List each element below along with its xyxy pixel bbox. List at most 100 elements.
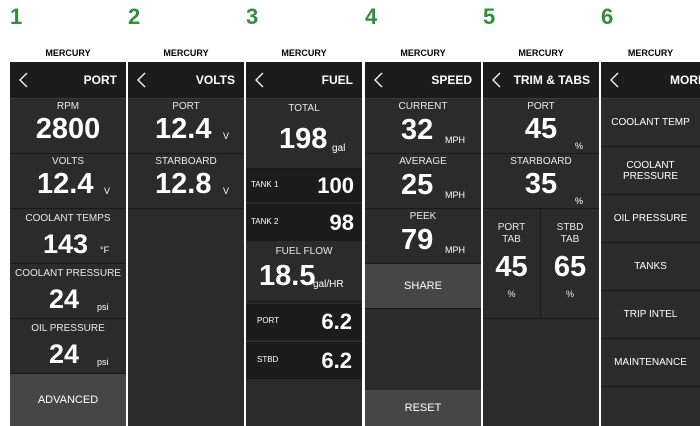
tank2-value: 98 <box>329 210 354 235</box>
volts-label: VOLTS <box>51 156 85 167</box>
coolant-pressure-label: COOLANT PRESSURE <box>15 268 121 279</box>
current-speed-cell: CURRENT 32 MPH <box>365 99 481 154</box>
trim-starboard-label: STARBOARD <box>510 156 572 167</box>
rpm-cell: RPM 2800 <box>10 99 126 154</box>
fuel-flow-unit: gal/HR <box>313 279 344 290</box>
tank1-label: TANK 1 <box>251 180 279 189</box>
title-bar: VOLTS <box>128 62 244 99</box>
screen-title: MORE <box>670 73 700 87</box>
fuel-stbd-label: STBD <box>257 355 279 364</box>
average-unit: MPH <box>445 190 465 200</box>
trim-starboard-cell: STARBOARD 35 % <box>483 154 599 209</box>
port-tab-label-line2: TAB <box>502 234 521 245</box>
port-volts-value: 12.4 <box>155 113 212 145</box>
stbd-tab-value: 65 <box>553 251 587 283</box>
brand-header: MERCURY <box>601 44 700 62</box>
fuel-port-label: PORT <box>257 316 280 325</box>
screen-title: SPEED <box>431 73 472 87</box>
step-number-6: 6 <box>601 4 614 29</box>
fuel-port-cell: PORT 6.2 <box>246 304 362 340</box>
volts-unit: V <box>104 186 111 196</box>
screen-title: VOLTS <box>195 73 235 87</box>
menu-item-coolant-temp[interactable]: COOLANT TEMP <box>601 99 700 147</box>
menu-item-tanks[interactable]: TANKS <box>601 243 700 291</box>
total-value: 198 <box>279 123 328 155</box>
port-volts-label: PORT <box>172 101 200 112</box>
menu-item-trip-intel[interactable]: TRIP INTEL <box>601 291 700 339</box>
brand-header: MERCURY <box>483 44 599 62</box>
advanced-button[interactable]: ADVANCED <box>10 374 126 426</box>
back-chevron-icon[interactable] <box>137 72 146 88</box>
tabs-cell: PORT TAB 45 % STBD TAB 65 % <box>483 209 599 319</box>
back-chevron-icon[interactable] <box>492 72 501 88</box>
trim-port-unit: % <box>575 141 584 151</box>
total-fuel-cell: TOTAL 198 gal <box>246 99 362 169</box>
brand-header: MERCURY <box>246 44 362 62</box>
coolant-pressure-value: 24 <box>49 284 80 314</box>
back-chevron-icon[interactable] <box>374 72 383 88</box>
peek-unit: MPH <box>445 245 465 255</box>
total-label: TOTAL <box>288 103 320 114</box>
oil-pressure-cell: OIL PRESSURE 24 psi <box>10 319 126 374</box>
screen-title: TRIM & TABS <box>513 73 590 87</box>
reset-button[interactable]: RESET <box>365 390 481 426</box>
fuel-flow-label: FUEL FLOW <box>275 246 333 257</box>
menu-item-coolant-pressure[interactable]: COOLANT PRESSURE <box>601 147 700 195</box>
speed-screen: MERCURY SPEED CURRENT 32 MPH AVERAGE 25 … <box>365 44 481 426</box>
fuel-flow-cell: FUEL FLOW 18.5 gal/HR <box>246 242 362 302</box>
port-tab-unit: % <box>507 289 516 299</box>
step-number-4: 4 <box>365 4 378 29</box>
title-bar: MORE <box>601 62 700 99</box>
screen-title: PORT <box>83 73 117 87</box>
step-number-2: 2 <box>128 4 141 29</box>
menu-item-oil-pressure[interactable]: OIL PRESSURE <box>601 195 700 243</box>
port-volts-unit: V <box>223 131 230 141</box>
fuel-flow-value: 18.5 <box>259 260 316 292</box>
step-number-5: 5 <box>483 4 496 29</box>
brand-header: MERCURY <box>128 44 244 62</box>
back-chevron-icon[interactable] <box>610 72 619 88</box>
menu-item-maintenance[interactable]: MAINTENANCE <box>601 339 700 387</box>
total-unit: gal <box>332 143 346 154</box>
coolant-temps-value: 143 <box>43 229 89 259</box>
peek-speed-cell: PEEK 79 MPH <box>365 209 481 264</box>
coolant-pressure-cell: COOLANT PRESSURE 24 psi <box>10 264 126 319</box>
starboard-volts-cell: STARBOARD 12.8 V <box>128 154 244 209</box>
oil-pressure-label: OIL PRESSURE <box>31 323 105 334</box>
trim-port-cell: PORT 45 % <box>483 99 599 154</box>
fuel-port-value: 6.2 <box>321 309 352 334</box>
rpm-value: 2800 <box>35 113 101 145</box>
coolant-temps-label: COOLANT TEMPS <box>25 213 111 224</box>
current-label: CURRENT <box>398 101 448 112</box>
back-chevron-icon[interactable] <box>255 72 264 88</box>
step-number-3: 3 <box>246 4 259 29</box>
brand-header: MERCURY <box>365 44 481 62</box>
title-bar: TRIM & TABS <box>483 62 599 99</box>
port-screen: MERCURY PORT RPM 2800 VOLTS 12.4 V COOLA… <box>10 44 126 426</box>
fuel-stbd-cell: STBD 6.2 <box>246 342 362 379</box>
tank2-cell: TANK 2 98 <box>246 204 362 241</box>
trim-starboard-unit: % <box>575 196 584 206</box>
average-label: AVERAGE <box>399 156 447 167</box>
title-bar: FUEL <box>246 62 362 99</box>
fuel-screen: MERCURY FUEL TOTAL 198 gal TANK 1 100 TA… <box>246 44 362 426</box>
port-tab-label-line1: PORT <box>497 222 526 233</box>
oil-pressure-unit: psi <box>97 357 109 367</box>
fuel-stbd-value: 6.2 <box>321 348 352 373</box>
brand-header: MERCURY <box>10 44 126 62</box>
screen-title: FUEL <box>321 73 353 87</box>
tank1-cell: TANK 1 100 <box>246 169 362 202</box>
back-chevron-icon[interactable] <box>19 72 28 88</box>
trim-port-label: PORT <box>527 101 555 112</box>
rpm-label: RPM <box>56 101 80 112</box>
tank1-value: 100 <box>317 173 354 198</box>
step-number-1: 1 <box>10 4 23 29</box>
volts-cell: VOLTS 12.4 V <box>10 154 126 209</box>
title-bar: PORT <box>10 62 126 99</box>
share-button[interactable]: SHARE <box>365 264 481 309</box>
port-tab-value: 45 <box>495 251 528 283</box>
title-bar: SPEED <box>365 62 481 99</box>
average-value: 25 <box>401 169 434 201</box>
oil-pressure-value: 24 <box>49 339 80 369</box>
stbd-tab-label-line1: STBD <box>556 222 584 233</box>
